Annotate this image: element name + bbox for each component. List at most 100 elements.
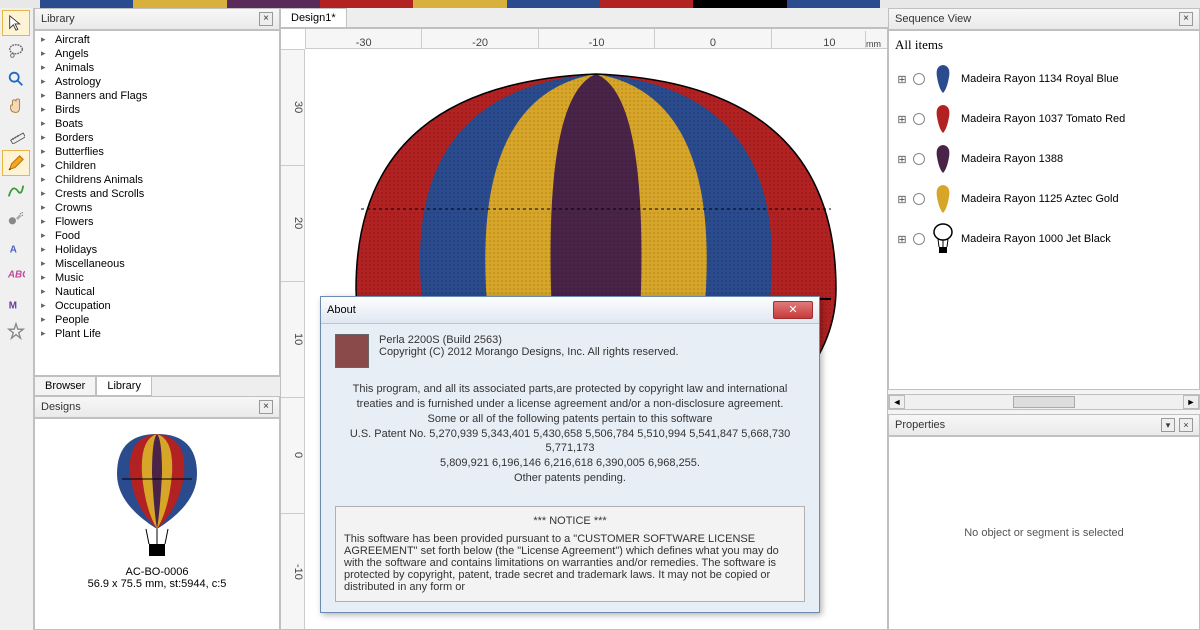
visibility-icon[interactable]	[913, 193, 925, 205]
visibility-icon[interactable]	[913, 233, 925, 245]
curve-tool[interactable]	[2, 178, 30, 204]
sequence-heading: All items	[895, 37, 1193, 53]
scroll-left-icon[interactable]: ◄	[889, 395, 905, 409]
thread-icon	[931, 223, 955, 255]
ruler-vertical: 3020100-10	[281, 49, 305, 629]
sequence-item[interactable]: ⊞ Madeira Rayon 1134 Royal Blue	[895, 59, 1193, 99]
scrollbar-horizontal[interactable]: ◄ ►	[888, 394, 1200, 410]
tree-item[interactable]: Nautical	[37, 285, 277, 299]
thread-icon	[931, 63, 955, 95]
lasso-tool[interactable]	[2, 38, 30, 64]
document-tab[interactable]: Design1*	[280, 8, 347, 27]
close-button[interactable]: ✕	[773, 301, 813, 319]
about-titlebar[interactable]: About ✕	[321, 297, 819, 324]
sequence-item[interactable]: ⊞ Madeira Rayon 1037 Tomato Red	[895, 99, 1193, 139]
tree-item[interactable]: Astrology	[37, 75, 277, 89]
properties-panel-header: Properties ▾ ×	[888, 414, 1200, 436]
collapse-icon[interactable]: ▾	[1161, 418, 1175, 432]
visibility-icon[interactable]	[913, 153, 925, 165]
tree-item[interactable]: Plant Life	[37, 327, 277, 341]
tab-library[interactable]: Library	[96, 377, 152, 396]
star-tool[interactable]	[2, 318, 30, 344]
expand-icon[interactable]: ⊞	[897, 73, 907, 86]
tree-item[interactable]: People	[37, 313, 277, 327]
sequence-item[interactable]: ⊞ Madeira Rayon 1388	[895, 139, 1193, 179]
scroll-right-icon[interactable]: ►	[1183, 395, 1199, 409]
visibility-icon[interactable]	[913, 73, 925, 85]
tree-item[interactable]: Food	[37, 229, 277, 243]
tree-item[interactable]: Birds	[37, 103, 277, 117]
visibility-icon[interactable]	[913, 113, 925, 125]
ruler-unit: mm	[865, 31, 881, 49]
tab-browser[interactable]: Browser	[34, 377, 96, 396]
expand-icon[interactable]: ⊞	[897, 233, 907, 246]
expand-icon[interactable]: ⊞	[897, 153, 907, 166]
designs-body: AC-BO-0006 56.9 x 75.5 mm, st:5944, c:5	[34, 418, 280, 630]
close-icon[interactable]: ×	[1179, 12, 1193, 26]
about-title-text: About	[327, 304, 356, 316]
tree-item[interactable]: Crowns	[37, 201, 277, 215]
tree-item[interactable]: Children	[37, 159, 277, 173]
spray-tool[interactable]	[2, 206, 30, 232]
tree-item[interactable]: Banners and Flags	[37, 89, 277, 103]
sequence-item-label: Madeira Rayon 1134 Royal Blue	[961, 73, 1119, 85]
sequence-item-label: Madeira Rayon 1000 Jet Black	[961, 233, 1111, 245]
library-tabs: Browser Library	[34, 376, 280, 396]
tree-item[interactable]: Occupation	[37, 299, 277, 313]
properties-body: No object or segment is selected	[888, 436, 1200, 630]
about-copyright: Copyright (C) 2012 Morango Designs, Inc.…	[379, 346, 679, 358]
design-thumbnail[interactable]	[102, 429, 212, 559]
close-icon[interactable]: ×	[1179, 418, 1193, 432]
tree-item[interactable]: Boats	[37, 117, 277, 131]
ruler-horizontal: mm-30-20-10010	[305, 29, 887, 49]
pan-tool[interactable]	[2, 94, 30, 120]
text-tool-abc[interactable]: ABC	[2, 262, 30, 288]
zoom-tool[interactable]	[2, 66, 30, 92]
tree-item[interactable]: Childrens Animals	[37, 173, 277, 187]
about-para1: This program, and all its associated par…	[335, 382, 805, 412]
svg-text:ABC: ABC	[7, 270, 25, 281]
tree-item[interactable]: Butterflies	[37, 145, 277, 159]
library-panel-header: Library ×	[34, 8, 280, 30]
thread-icon	[931, 143, 955, 175]
notice-body: This software has been provided pursuant…	[344, 533, 796, 593]
tree-item[interactable]: Holidays	[37, 243, 277, 257]
tool-column: A ABC M	[0, 8, 34, 630]
sequence-item-label: Madeira Rayon 1037 Tomato Red	[961, 113, 1125, 125]
library-title: Library	[41, 13, 75, 25]
color-strip	[40, 0, 880, 8]
tree-item[interactable]: Crests and Scrolls	[37, 187, 277, 201]
sequence-item-label: Madeira Rayon 1125 Aztec Gold	[961, 193, 1119, 205]
thumb-meta: 56.9 x 75.5 mm, st:5944, c:5	[41, 578, 273, 590]
about-patents1: U.S. Patent No. 5,270,939 5,343,401 5,43…	[335, 427, 805, 457]
tree-item[interactable]: Animals	[37, 61, 277, 75]
about-notice[interactable]: *** NOTICE *** This software has been pr…	[335, 506, 805, 602]
about-patents2: 5,809,921 6,196,146 6,216,618 6,390,005 …	[335, 456, 805, 471]
sequence-item[interactable]: ⊞ Madeira Rayon 1125 Aztec Gold	[895, 179, 1193, 219]
sequence-panel-header: Sequence View ×	[888, 8, 1200, 30]
tree-item[interactable]: Miscellaneous	[37, 257, 277, 271]
text-tool-a[interactable]: A	[2, 234, 30, 260]
close-icon[interactable]: ×	[259, 400, 273, 414]
pen-tool[interactable]	[2, 150, 30, 176]
sequence-body: All items ⊞ Madeira Rayon 1134 Royal Blue…	[888, 30, 1200, 390]
expand-icon[interactable]: ⊞	[897, 113, 907, 126]
sequence-item[interactable]: ⊞ Madeira Rayon 1000 Jet Black	[895, 219, 1193, 259]
sequence-item-label: Madeira Rayon 1388	[961, 153, 1063, 165]
tree-item[interactable]: Borders	[37, 131, 277, 145]
properties-title: Properties	[895, 419, 945, 431]
close-icon[interactable]: ×	[259, 12, 273, 26]
tree-item[interactable]: Music	[37, 271, 277, 285]
tree-item[interactable]: Flowers	[37, 215, 277, 229]
measure-tool[interactable]	[2, 122, 30, 148]
library-tree[interactable]: AircraftAngelsAnimalsAstrologyBanners an…	[34, 30, 280, 376]
tree-item[interactable]: Angels	[37, 47, 277, 61]
monogram-tool[interactable]: M	[2, 290, 30, 316]
thumb-name: AC-BO-0006	[41, 566, 273, 578]
expand-icon[interactable]: ⊞	[897, 193, 907, 206]
svg-text:A: A	[10, 244, 17, 255]
tree-item[interactable]: Aircraft	[37, 33, 277, 47]
select-tool[interactable]	[2, 10, 30, 36]
svg-text:M: M	[9, 300, 17, 311]
scroll-thumb[interactable]	[1013, 396, 1075, 408]
